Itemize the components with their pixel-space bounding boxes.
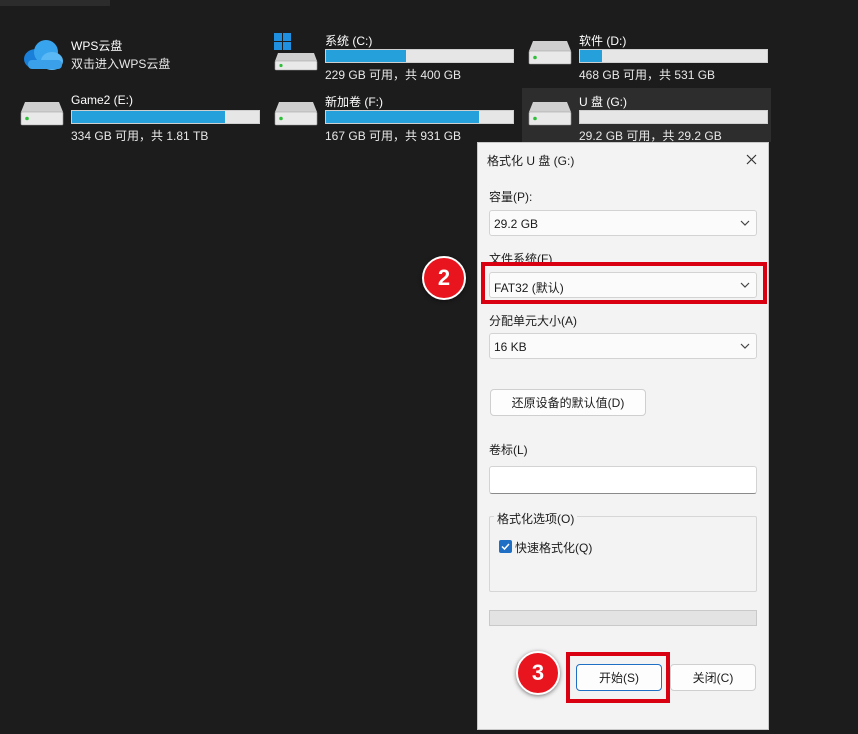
- drive-name: WPS云盘: [71, 39, 123, 53]
- cloud-icon: [24, 40, 63, 70]
- windows-drive-icon: [274, 33, 318, 71]
- capacity-label: 容量(P):: [489, 190, 533, 204]
- drive-usage-fill: [72, 111, 226, 123]
- usb-drive-icon: [528, 102, 572, 126]
- volume-label: 卷标(L): [489, 443, 528, 457]
- drive-size: 167 GB 可用，共 931 GB: [325, 129, 462, 143]
- drive-tile-e[interactable]: Game2 (E:) 334 GB 可用，共 1.81 TB: [20, 88, 260, 143]
- hard-drive-icon: [274, 102, 318, 126]
- drive-tile-f[interactable]: 新加卷 (F:) 167 GB 可用，共 931 GB: [274, 88, 514, 143]
- format-dialog: 格式化 U 盘 (G:) 容量(P): 29.2 GB 文件系统(F) FAT3…: [477, 142, 769, 730]
- hard-drive-icon: [20, 102, 64, 126]
- drive-name: 新加卷 (F:): [325, 95, 383, 109]
- top-strip: [0, 0, 110, 6]
- drive-subtitle: 双击进入WPS云盘: [71, 57, 171, 71]
- drive-usage-fill: [580, 50, 603, 62]
- drive-size: 334 GB 可用，共 1.81 TB: [71, 129, 209, 143]
- step-2-marker: 2: [422, 256, 466, 300]
- restore-defaults-button[interactable]: 还原设备的默认值(D): [490, 389, 646, 416]
- drive-tile-d[interactable]: 软件 (D:) 468 GB 可用，共 531 GB: [528, 27, 768, 82]
- drive-name: 软件 (D:): [579, 34, 627, 48]
- drive-tile-g[interactable]: U 盘 (G:) 29.2 GB 可用，共 29.2 GB: [522, 88, 771, 143]
- drive-name: U 盘 (G:): [579, 95, 627, 109]
- chevron-down-icon: [740, 343, 750, 349]
- drive-size: 229 GB 可用，共 400 GB: [325, 68, 462, 82]
- format-options-label: 格式化选项(O): [494, 510, 578, 527]
- drive-usage-bar: [579, 49, 768, 63]
- allocation-label: 分配单元大小(A): [489, 314, 577, 328]
- volume-label-input[interactable]: [489, 466, 757, 494]
- drive-name: Game2 (E:): [71, 93, 134, 107]
- drive-tile-c[interactable]: 系统 (C:) 229 GB 可用，共 400 GB: [274, 27, 514, 82]
- capacity-value: 29.2 GB: [494, 217, 539, 231]
- close-button[interactable]: 关闭(C): [670, 664, 756, 691]
- checkmark-icon: [501, 543, 510, 551]
- filesystem-highlight-box: [481, 262, 767, 304]
- quick-format-checkbox[interactable]: [499, 540, 512, 553]
- chevron-down-icon: [740, 220, 750, 226]
- drive-usage-bar: [579, 110, 768, 124]
- close-icon[interactable]: [738, 147, 764, 171]
- hard-drive-icon: [528, 41, 572, 65]
- capacity-select[interactable]: 29.2 GB: [489, 210, 757, 236]
- start-button-highlight-box: [566, 652, 670, 703]
- drive-tile-wps-cloud[interactable]: WPS云盘 双击进入WPS云盘: [20, 32, 260, 82]
- drive-usage-bar: [325, 49, 514, 63]
- drive-usage-bar: [325, 110, 514, 124]
- drive-usage-fill: [326, 111, 480, 123]
- dialog-title: 格式化 U 盘 (G:): [487, 154, 575, 168]
- drive-name: 系统 (C:): [325, 34, 373, 48]
- allocation-select[interactable]: 16 KB: [489, 333, 757, 359]
- step-3-marker: 3: [516, 651, 560, 695]
- quick-format-label[interactable]: 快速格式化(Q): [515, 539, 592, 556]
- drive-usage-fill: [326, 50, 407, 62]
- format-progress-bar: [489, 610, 757, 626]
- drive-usage-bar: [71, 110, 260, 124]
- allocation-value: 16 KB: [494, 340, 527, 354]
- drive-size: 468 GB 可用，共 531 GB: [579, 68, 716, 82]
